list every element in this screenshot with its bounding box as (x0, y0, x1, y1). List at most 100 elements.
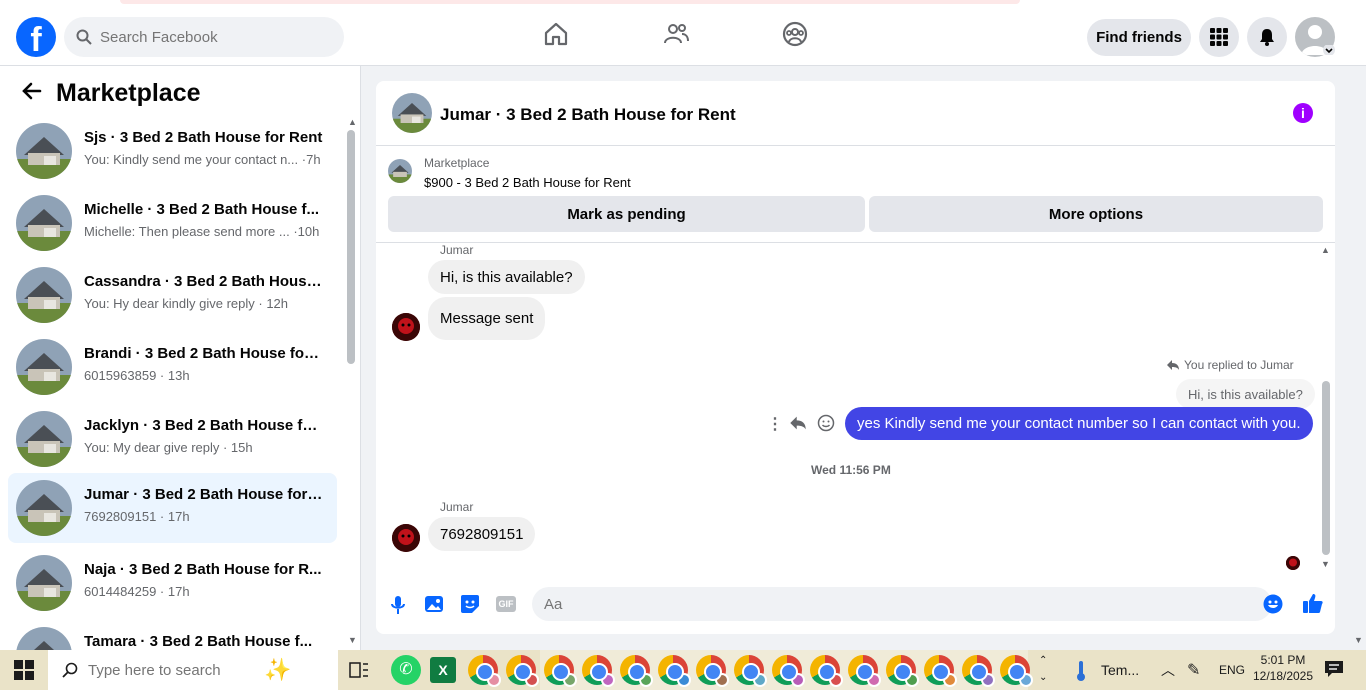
find-friends-button[interactable]: Find friends (1087, 19, 1191, 56)
weather-widget[interactable]: Tem... (1101, 662, 1139, 678)
chrome-icon[interactable] (506, 655, 539, 687)
groups-icon[interactable] (781, 20, 809, 48)
search-input[interactable] (100, 28, 320, 46)
notifications-button[interactable] (1247, 17, 1287, 57)
chrome-icon[interactable] (1000, 655, 1033, 687)
mark-as-pending-button[interactable]: Mark as pending (388, 196, 865, 232)
whatsapp-icon[interactable]: ✆ (391, 655, 421, 685)
incoming-message[interactable]: Message sent (428, 297, 546, 340)
listing-thumbnail (16, 339, 72, 395)
incoming-message[interactable]: Hi, is this available? (428, 260, 585, 294)
listing-thumbnail (16, 195, 72, 251)
home-icon[interactable] (542, 20, 570, 48)
chrome-icon[interactable] (658, 655, 691, 687)
thumbs-up-icon[interactable] (1302, 592, 1324, 614)
chrome-icon[interactable] (772, 655, 805, 687)
gif-icon[interactable]: GIF (496, 596, 516, 612)
excel-icon[interactable]: X (430, 657, 456, 683)
conversation-item[interactable]: Michelle · 3 Bed 2 Bath House f... Miche… (8, 188, 337, 258)
menu-grid-button[interactable] (1199, 17, 1239, 57)
notification-center-icon[interactable] (1324, 660, 1344, 678)
conversation-item[interactable]: Cassandra · 3 Bed 2 Bath House ... You: … (8, 260, 337, 330)
conversation-name: Sjs · 3 Bed 2 Bath House for Rent (84, 129, 323, 146)
outgoing-message[interactable]: yes Kindly send me your contact number s… (845, 407, 1313, 440)
search-bar[interactable] (64, 17, 344, 57)
conversation-item-selected[interactable]: Jumar · 3 Bed 2 Bath House for ... 76928… (8, 473, 337, 543)
thermometer-icon[interactable] (1073, 660, 1089, 682)
message-input[interactable] (544, 595, 1144, 613)
sender-name: Jumar (440, 500, 474, 514)
conversation-item[interactable]: Tamara · 3 Bed 2 Bath House f... (8, 620, 337, 650)
reply-indicator: You replied to Jumar (1166, 358, 1294, 372)
windows-start-icon[interactable] (14, 660, 34, 680)
quoted-reply[interactable]: Hi, is this available? (1176, 379, 1315, 409)
conversation-name: Brandi · 3 Bed 2 Bath House for ... (84, 345, 324, 362)
scroll-up-icon[interactable]: ▲ (1321, 245, 1330, 255)
contact-avatar[interactable] (392, 313, 420, 341)
message-composer[interactable] (532, 587, 1272, 621)
chrome-icon[interactable] (468, 655, 501, 687)
emoji-icon[interactable] (1263, 594, 1283, 614)
chevron-down-icon[interactable] (1323, 45, 1335, 55)
notification-strip (120, 0, 1020, 4)
conversation-item[interactable]: Brandi · 3 Bed 2 Bath House for ... 6015… (8, 332, 337, 402)
taskbar-overflow-chevrons[interactable]: ⌃ ⌄ (1039, 652, 1047, 686)
sidebar-scrollbar[interactable] (347, 130, 355, 364)
conversation-snippet: 6015963859 · 13h (84, 368, 190, 383)
scroll-down-icon[interactable]: ▼ (1354, 635, 1363, 645)
listing-thumbnail (16, 555, 72, 611)
listing-thumbnail (16, 480, 72, 536)
chat-scrollbar[interactable] (1322, 381, 1330, 555)
chrome-icon[interactable] (810, 655, 843, 687)
incoming-message[interactable]: 7692809151 (428, 517, 536, 551)
conversation-item[interactable]: Naja · 3 Bed 2 Bath House for R... 60144… (8, 548, 337, 618)
conversation-item[interactable]: Sjs · 3 Bed 2 Bath House for Rent You: K… (8, 116, 337, 186)
scroll-down-icon[interactable]: ▼ (1321, 559, 1330, 569)
listing-thumbnail-small[interactable] (388, 159, 412, 183)
chat-title[interactable]: Jumar · 3 Bed 2 Bath House for Rent (440, 105, 736, 125)
chrome-icon[interactable] (734, 655, 767, 687)
chrome-icon[interactable] (696, 655, 729, 687)
microphone-icon[interactable] (390, 595, 406, 615)
listing-price[interactable]: $900 - 3 Bed 2 Bath House for Rent (424, 175, 631, 190)
contact-avatar[interactable] (392, 524, 420, 552)
facebook-logo-icon[interactable]: f (16, 17, 56, 57)
chat-panel: Jumar · 3 Bed 2 Bath House for Rent i Ma… (376, 81, 1335, 634)
search-icon (62, 662, 78, 678)
react-emoji-icon[interactable] (817, 414, 835, 432)
reply-icon[interactable] (789, 415, 807, 431)
taskbar-search[interactable]: ✨ (48, 650, 338, 690)
sticker-icon[interactable] (460, 594, 480, 614)
listing-thumbnail[interactable] (392, 93, 432, 133)
chrome-icon[interactable] (886, 655, 919, 687)
bell-icon (1260, 29, 1274, 46)
language-indicator[interactable]: ENG (1219, 663, 1245, 677)
conversation-item[interactable]: Jacklyn · 3 Bed 2 Bath House for... You:… (8, 404, 337, 474)
more-actions-icon[interactable]: ⋮ (767, 414, 783, 434)
more-options-button[interactable]: More options (869, 196, 1323, 232)
conversation-name: Michelle · 3 Bed 2 Bath House f... (84, 201, 320, 218)
listing-thumbnail (16, 123, 72, 179)
conversation-snippet: You: Kindly send me your contact n... ·7… (84, 152, 321, 167)
page-scrollbar[interactable] (1352, 66, 1366, 650)
chrome-icon[interactable] (544, 655, 577, 687)
back-arrow-icon[interactable] (20, 80, 42, 107)
scroll-down-icon[interactable]: ▼ (348, 635, 357, 645)
chrome-icon[interactable] (962, 655, 995, 687)
friends-icon[interactable] (662, 20, 690, 48)
chrome-icon[interactable] (924, 655, 957, 687)
task-view-icon[interactable] (349, 660, 369, 680)
taskbar-search-input[interactable] (88, 661, 258, 679)
sender-name: Jumar (440, 243, 474, 257)
info-icon[interactable]: i (1293, 103, 1313, 123)
chrome-icon[interactable] (582, 655, 615, 687)
pen-icon[interactable]: ✎ (1187, 660, 1200, 680)
listing-thumbnail (16, 267, 72, 323)
chrome-icon[interactable] (620, 655, 653, 687)
photo-icon[interactable] (424, 594, 444, 614)
scroll-up-icon[interactable]: ▲ (348, 117, 357, 127)
chrome-icon[interactable] (848, 655, 881, 687)
system-tray-chevron-icon[interactable]: ︿ (1161, 660, 1175, 680)
clock[interactable]: 5:01 PM 12/18/2025 (1252, 653, 1314, 683)
seen-avatar (1286, 556, 1300, 570)
